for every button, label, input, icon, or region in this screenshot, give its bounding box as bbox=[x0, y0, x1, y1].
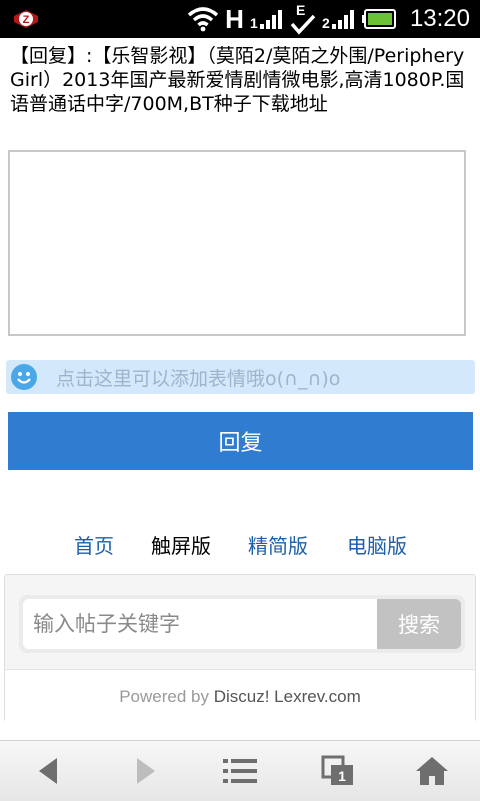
forward-button[interactable] bbox=[126, 753, 166, 789]
nav-touch-version: 触屏版 bbox=[151, 534, 211, 558]
svg-text:1: 1 bbox=[250, 15, 258, 30]
back-button[interactable] bbox=[28, 753, 68, 789]
emoji-hint: 点击这里可以添加表情哦o(∩_∩)o bbox=[56, 367, 341, 390]
back-icon bbox=[39, 758, 57, 784]
search-card: 搜索 Powered by Discuz! Lexrev.com bbox=[4, 574, 476, 724]
signal-2-icon: 2 bbox=[322, 10, 354, 30]
post-title: 【回复】:【乐智影视】（莫陌2/莫陌之外围/Periphery Girl）201… bbox=[10, 45, 465, 115]
app-z-icon: Z bbox=[14, 10, 38, 28]
nav-desktop-version-link[interactable]: 电脑版 bbox=[347, 530, 407, 559]
footer-nav: 首页 触屏版 精简版 电脑版 bbox=[0, 530, 480, 562]
powered-brand-link[interactable]: Discuz! Lexrev.com bbox=[214, 687, 361, 706]
home-button[interactable] bbox=[412, 753, 452, 789]
network-type-label-2: E bbox=[296, 2, 305, 18]
nav-lite-version-link[interactable]: 精简版 bbox=[248, 530, 308, 559]
svg-text:2: 2 bbox=[322, 15, 330, 30]
check-icon: E bbox=[290, 2, 316, 35]
tabs-icon: 1 bbox=[321, 755, 353, 785]
signal-icon: 1 bbox=[250, 10, 282, 30]
menu-icon bbox=[223, 759, 257, 783]
search-input[interactable] bbox=[23, 599, 379, 649]
menu-button[interactable] bbox=[220, 753, 260, 789]
status-time: 13:20 bbox=[409, 5, 470, 32]
powered-prefix: Powered by bbox=[119, 687, 214, 706]
emoji-bar[interactable]: 点击这里可以添加表情哦o(∩_∩)o bbox=[6, 360, 475, 394]
svg-text:Z: Z bbox=[23, 14, 30, 26]
wifi-icon bbox=[188, 7, 219, 32]
status-bar: Z H 1 E 2 13:20 bbox=[0, 0, 480, 38]
reply-button[interactable]: 回复 bbox=[8, 412, 473, 470]
smiley-icon bbox=[11, 364, 37, 390]
reply-textarea[interactable] bbox=[8, 150, 466, 336]
nav-home-link[interactable]: 首页 bbox=[74, 530, 114, 559]
battery-icon bbox=[361, 9, 396, 29]
powered-by: Powered by Discuz! Lexrev.com bbox=[5, 669, 475, 724]
home-icon bbox=[416, 757, 448, 785]
tabs-count: 1 bbox=[338, 768, 346, 784]
network-type-label: H bbox=[225, 3, 244, 34]
search-bar: 搜索 bbox=[19, 595, 465, 653]
forward-icon bbox=[137, 758, 155, 784]
tabs-button[interactable]: 1 bbox=[318, 753, 358, 789]
search-button[interactable]: 搜索 bbox=[377, 599, 461, 649]
browser-toolbar: 1 bbox=[0, 740, 480, 801]
